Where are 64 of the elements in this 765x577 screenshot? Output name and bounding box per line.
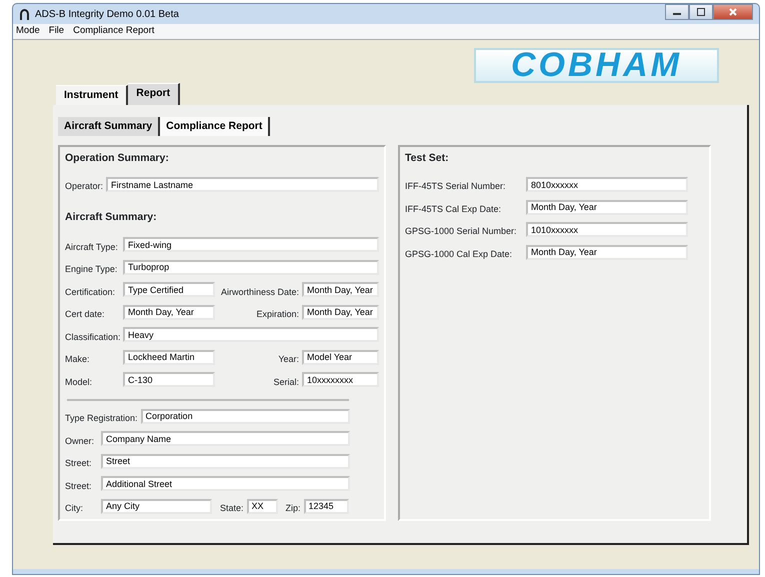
tab[interactable]: Aircraft Summary <box>58 116 160 136</box>
text-field[interactable]: Turboprop <box>123 260 379 275</box>
tab[interactable]: Report <box>128 83 180 105</box>
section-title: Operation Summary: <box>65 150 170 166</box>
field-label: IFF-45TS Serial Number: <box>405 180 507 194</box>
field-label: Classification: <box>65 330 120 344</box>
field-label: Model: <box>65 376 94 388</box>
text-field[interactable]: 12345 <box>304 498 349 514</box>
close-icon <box>729 8 737 16</box>
text-field[interactable]: Fixed-wing <box>123 237 379 252</box>
section-title: Aircraft Summary: <box>65 210 158 225</box>
text-field[interactable]: 10xxxxxxxx <box>302 372 379 388</box>
field-label: Year: <box>277 353 299 366</box>
field-label: Street: <box>65 457 93 470</box>
field-label: City: <box>65 502 84 515</box>
maximize-icon <box>697 8 705 16</box>
menu-item[interactable]: Compliance Report <box>73 24 154 39</box>
minimize-button[interactable] <box>665 4 689 20</box>
field-label: Expiration: <box>255 308 299 321</box>
field-label: GPSG-1000 Cal Exp Date: <box>405 248 514 261</box>
text-field[interactable]: Month Day, Year <box>123 304 215 320</box>
text-field[interactable]: Model Year <box>302 350 379 365</box>
text-field[interactable]: Lockheed Martin <box>123 350 215 365</box>
text-field[interactable]: Heavy <box>123 327 379 342</box>
text-field[interactable]: Any City <box>101 498 212 514</box>
field-label: Street: <box>65 480 93 492</box>
text-field[interactable]: Firstname Lastname <box>106 177 379 192</box>
field-label: Certification: <box>65 286 116 298</box>
field-label: IFF-45TS Cal Exp Date: <box>405 202 502 216</box>
field-label: Make: <box>65 353 91 366</box>
tab[interactable]: Instrument <box>56 85 128 105</box>
text-field[interactable]: Additional Street <box>101 476 350 492</box>
section-title: Test Set: <box>405 150 450 166</box>
text-field[interactable]: Month Day, Year <box>526 200 688 214</box>
text-field[interactable]: Type Certified <box>123 282 215 298</box>
field-label: Owner: <box>65 434 96 448</box>
field-label: Airworthiness Date: <box>220 286 299 298</box>
close-button[interactable] <box>713 4 753 20</box>
text-field[interactable]: Company Name <box>101 431 350 446</box>
app-icon <box>19 8 30 20</box>
text-field[interactable]: XX <box>246 498 278 514</box>
field-label: Operator: <box>65 180 104 194</box>
field-label: Aircraft Type: <box>65 240 119 254</box>
field-label: Engine Type: <box>65 263 118 276</box>
menu-item[interactable]: File <box>48 24 64 39</box>
company-logo: COBHAM <box>474 48 719 83</box>
text-field[interactable]: Corporation <box>140 408 350 424</box>
menu-item[interactable]: Mode <box>16 24 40 39</box>
window-title: ADS-B Integrity Demo 0.01 Beta <box>35 8 179 22</box>
field-label: State: <box>220 502 244 515</box>
tab[interactable]: Compliance Report <box>160 116 270 136</box>
text-field[interactable]: C-130 <box>123 372 215 388</box>
field-label: Zip: <box>286 502 301 515</box>
text-field[interactable]: Month Day, Year <box>302 304 379 320</box>
text-field[interactable]: Month Day, Year <box>526 244 688 260</box>
text-field[interactable]: 8010xxxxxx <box>526 177 688 192</box>
field-label: Cert date: <box>65 308 106 321</box>
maximize-button[interactable] <box>689 4 713 20</box>
text-field[interactable]: Month Day, Year <box>302 282 379 298</box>
text-field[interactable]: Street <box>101 454 350 469</box>
text-field[interactable]: 1010xxxxxx <box>526 222 688 237</box>
field-label: Serial: <box>272 376 299 388</box>
field-label: Type Registration: <box>65 412 138 425</box>
field-label: GPSG-1000 Serial Number: <box>405 225 518 238</box>
